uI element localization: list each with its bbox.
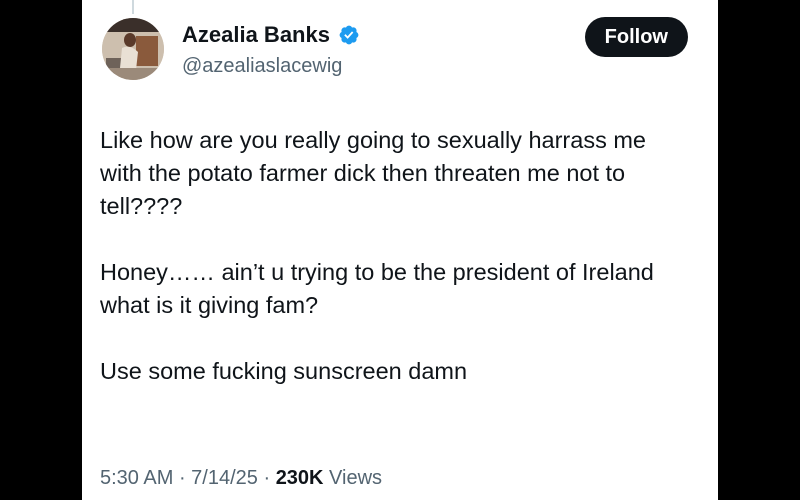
- author-display-name[interactable]: Azealia Banks: [182, 22, 330, 48]
- follow-button[interactable]: Follow: [584, 17, 688, 57]
- author-name-row: Azealia Banks: [182, 22, 360, 48]
- tweet-date[interactable]: 7/14/25: [191, 467, 258, 489]
- views-label: Views: [323, 467, 383, 489]
- thread-connector-line: [132, 0, 134, 14]
- tweet-time[interactable]: 5:30 AM: [100, 467, 173, 489]
- tweet-card: Azealia Banks @azealiaslacewig Follow Li…: [82, 0, 718, 500]
- screenshot-frame: Azealia Banks @azealiaslacewig Follow Li…: [0, 0, 800, 500]
- tweet-text: Like how are you really going to sexuall…: [100, 124, 690, 421]
- avatar[interactable]: [102, 18, 164, 80]
- tweet-paragraph: Like how are you really going to sexuall…: [100, 127, 646, 219]
- meta-separator: ·: [173, 467, 192, 489]
- avatar-image: [102, 18, 164, 80]
- tweet-paragraph: Honey…… ain’t u trying to be the preside…: [100, 259, 654, 318]
- tweet-meta: 5:30 AM · 7/14/25 · 230K Views: [100, 466, 382, 490]
- verified-badge-icon[interactable]: [338, 24, 360, 46]
- author-handle[interactable]: @azealiaslacewig: [182, 54, 342, 78]
- meta-separator: ·: [257, 467, 276, 489]
- views-count[interactable]: 230K: [276, 467, 324, 489]
- tweet-paragraph: Use some fucking sunscreen damn: [100, 358, 468, 384]
